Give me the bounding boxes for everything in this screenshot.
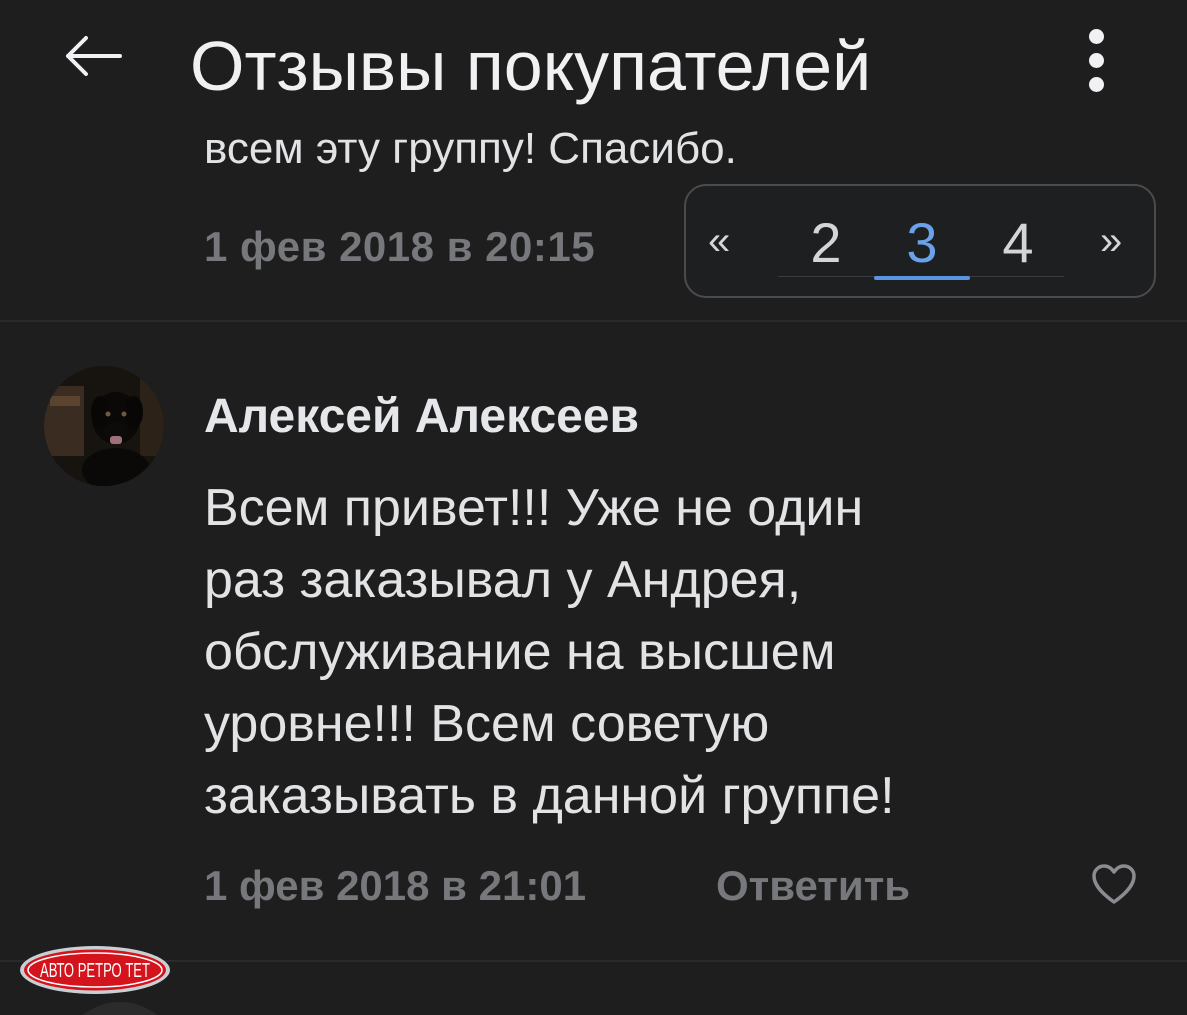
avatar[interactable] xyxy=(44,366,164,486)
arrow-left-icon xyxy=(66,36,122,76)
pagination-page-2[interactable]: 2 xyxy=(796,212,856,274)
comment-text-line: заказывать в данной группе! xyxy=(204,767,895,825)
pagination-active-indicator xyxy=(874,276,970,280)
reviews-screen: Отзывы покупателей всем эту группу! Спас… xyxy=(0,0,1187,1015)
comment-divider xyxy=(0,960,1187,962)
heart-icon xyxy=(1092,864,1136,904)
pagination-next-button[interactable]: » xyxy=(1100,216,1122,266)
page-title: Отзывы покупателей xyxy=(190,27,872,105)
avatar[interactable] xyxy=(60,1002,180,1015)
app-header: Отзывы покупателей xyxy=(0,0,1187,130)
more-options-button[interactable] xyxy=(1072,18,1120,102)
watermark-logo: АВТО РЕТРО ТЕТ xyxy=(18,944,172,996)
comment-text-line: Всем привет!!! Уже не один xyxy=(204,479,864,537)
pagination-page-3-active[interactable]: 3 xyxy=(892,212,952,274)
previous-comment-date: 1 фев 2018 в 20:15 xyxy=(204,223,596,270)
back-button[interactable] xyxy=(54,24,130,88)
dog-photo-icon xyxy=(44,366,164,486)
comment-text: Всем привет!!! Уже не один раз заказывал… xyxy=(204,472,1104,832)
more-dot-icon xyxy=(1088,76,1104,92)
comment-text-line: раз заказывал у Андрея, xyxy=(204,551,802,609)
watermark-text: АВТО РЕТРО ТЕТ xyxy=(40,960,150,982)
comment-text-line: уровне!!! Всем советую xyxy=(204,695,770,753)
pagination-control: « 2 3 4 » xyxy=(684,184,1156,298)
pagination-prev-button[interactable]: « xyxy=(708,216,730,266)
comment-divider xyxy=(0,320,1187,322)
comment-text-line: обслуживание на высшем xyxy=(204,623,836,681)
pagination-page-4[interactable]: 4 xyxy=(988,212,1048,274)
comment-date: 1 фев 2018 в 21:01 xyxy=(204,862,587,909)
like-button[interactable] xyxy=(1090,862,1138,906)
reply-button[interactable]: Ответить xyxy=(716,856,910,916)
more-dot-icon xyxy=(1088,28,1104,44)
comment-author[interactable]: Алексей Алексеев xyxy=(204,386,639,448)
more-dot-icon xyxy=(1088,52,1104,68)
